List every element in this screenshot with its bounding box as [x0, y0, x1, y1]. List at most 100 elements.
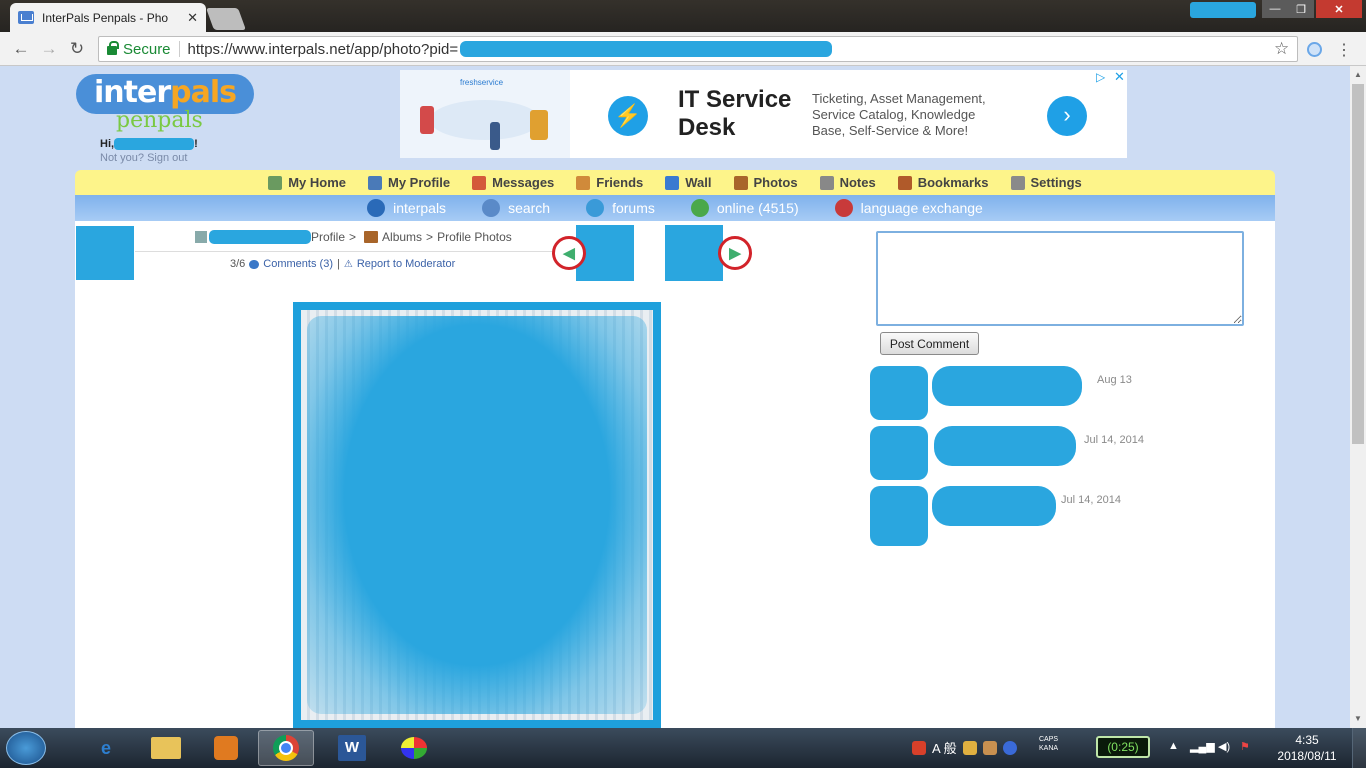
- nav-messages[interactable]: Messages: [472, 175, 554, 190]
- breadcrumb-profile[interactable]: Profile: [311, 230, 345, 244]
- online-user-icon: [690, 199, 709, 217]
- media-player-icon[interactable]: [198, 730, 254, 766]
- nav-settings[interactable]: Settings: [1010, 175, 1082, 190]
- start-button-icon[interactable]: [6, 731, 46, 765]
- user-icon: [195, 231, 207, 243]
- ime-indicator[interactable]: A 般: [932, 738, 957, 757]
- close-window-icon[interactable]: ✕: [1316, 0, 1362, 18]
- tab-close-icon[interactable]: ✕: [187, 10, 198, 26]
- file-explorer-icon[interactable]: [138, 730, 194, 766]
- battery-timer[interactable]: (0:25): [1096, 736, 1150, 758]
- show-desktop-button[interactable]: [1352, 728, 1366, 768]
- username-redaction: [114, 138, 195, 151]
- ad-close-icon[interactable]: ✕: [1114, 69, 1125, 85]
- lightning-icon: ⚡: [608, 96, 648, 136]
- home-icon: [268, 175, 283, 190]
- nav-language-exchange[interactable]: language exchange: [834, 199, 983, 217]
- secondary-nav: interpals search forums online (4515) langua…: [75, 195, 1275, 221]
- tray-app-icon[interactable]: [912, 740, 926, 755]
- word-icon[interactable]: W: [324, 730, 380, 766]
- primary-nav: My Home My Profile Messages Friends Wall Phot…: [75, 170, 1275, 195]
- nav-my-profile[interactable]: My Profile: [368, 175, 450, 190]
- nav-wall[interactable]: Wall: [665, 175, 712, 190]
- help-icon[interactable]: [1002, 740, 1017, 755]
- internet-explorer-icon[interactable]: e: [78, 730, 134, 766]
- tray-app-icon[interactable]: [962, 740, 977, 755]
- commenter-redaction[interactable]: [932, 486, 1056, 526]
- adchoices-icon[interactable]: ▷: [1096, 70, 1105, 84]
- nav-interpals[interactable]: interpals: [367, 199, 446, 217]
- ad-banner[interactable]: freshservice ⚡ IT Service Desk Ticketing…: [400, 69, 1127, 158]
- browser-tab[interactable]: InterPals Penpals - Pho ✕: [10, 3, 206, 32]
- volume-icon[interactable]: ◀): [1218, 740, 1230, 753]
- page-scrollbar[interactable]: ▲ ▼: [1350, 66, 1366, 728]
- breadcrumb-albums[interactable]: Albums: [382, 230, 422, 244]
- notes-icon: [819, 175, 834, 190]
- scroll-up-icon[interactable]: ▲: [1354, 70, 1362, 79]
- photo-content: Profile > Albums > Profile Photos 3/6 Co…: [75, 221, 1275, 728]
- browser-toolbar: ← → ↻ Secure https://www.interpals.net/a…: [0, 32, 1366, 66]
- warning-icon: ⚠: [343, 258, 353, 270]
- comment-input[interactable]: [876, 231, 1244, 326]
- wall-icon: [665, 175, 680, 190]
- extension-icon[interactable]: [1307, 42, 1322, 57]
- maximize-icon[interactable]: ❐: [1288, 0, 1314, 18]
- network-icon[interactable]: ▂▄▆: [1190, 740, 1215, 753]
- new-tab-button[interactable]: [205, 8, 247, 30]
- report-link[interactable]: Report to Moderator: [357, 258, 455, 270]
- forward-icon[interactable]: →: [38, 38, 60, 60]
- next-arrow-icon[interactable]: ▶: [718, 236, 752, 270]
- ad-title: IT Service Desk: [678, 86, 792, 141]
- nav-friends[interactable]: Friends: [576, 175, 643, 190]
- nav-bookmarks[interactable]: Bookmarks: [897, 175, 989, 190]
- next-photo-thumb[interactable]: [665, 225, 723, 281]
- ad-illustration: freshservice: [400, 70, 570, 158]
- ad-chevron-right-icon[interactable]: ›: [1047, 96, 1087, 136]
- interpals-logo[interactable]: interpals penpals: [76, 74, 256, 136]
- avatar[interactable]: [870, 366, 928, 420]
- bookmark-star-icon[interactable]: ☆: [1274, 39, 1289, 59]
- scroll-down-icon[interactable]: ▼: [1354, 714, 1362, 723]
- breadcrumb-current[interactable]: Profile Photos: [437, 230, 512, 244]
- nav-search[interactable]: search: [482, 199, 550, 217]
- reload-icon[interactable]: ↻: [66, 38, 88, 60]
- nav-forums[interactable]: forums: [586, 199, 655, 217]
- nav-notes[interactable]: Notes: [819, 175, 876, 190]
- scroll-thumb[interactable]: [1352, 84, 1364, 444]
- tab-title: InterPals Penpals - Pho: [42, 10, 169, 25]
- action-center-icon[interactable]: ⚑: [1240, 740, 1250, 753]
- avatar[interactable]: [870, 426, 928, 480]
- nav-online-4515[interactable]: online (4515): [690, 199, 799, 217]
- post-comment-button[interactable]: Post Comment: [880, 332, 979, 355]
- album-icon: [364, 231, 379, 243]
- chrome-icon[interactable]: [258, 730, 314, 766]
- nav-photos[interactable]: Photos: [733, 175, 798, 190]
- photos-icon: [733, 175, 748, 190]
- prev-arrow-icon[interactable]: ◀: [552, 236, 586, 270]
- show-hidden-icons[interactable]: ▲: [1168, 740, 1179, 752]
- bookmarks-icon: [897, 175, 912, 190]
- signout-link[interactable]: Not you? Sign out: [100, 152, 187, 164]
- minimize-icon[interactable]: —: [1262, 0, 1288, 18]
- paint-icon[interactable]: [386, 730, 442, 766]
- url-redaction: [460, 41, 833, 57]
- browser-menu-icon[interactable]: ⋮: [1336, 40, 1352, 60]
- address-bar[interactable]: Secure https://www.interpals.net/app/pho…: [98, 36, 1298, 62]
- clock[interactable]: 4:35 2018/08/11: [1270, 732, 1344, 764]
- comments-link[interactable]: Comments (3): [263, 258, 333, 270]
- back-icon[interactable]: ←: [10, 38, 32, 60]
- nav-my-home[interactable]: My Home: [268, 175, 346, 190]
- username-redaction: [209, 230, 311, 244]
- photo-redaction: [307, 316, 647, 714]
- flags-icon: [834, 199, 853, 217]
- user-avatar-thumb[interactable]: [76, 226, 134, 280]
- commenter-redaction[interactable]: [932, 366, 1082, 406]
- tray-app-icon[interactable]: [982, 740, 997, 755]
- main-photo[interactable]: [293, 302, 661, 728]
- profile-chip[interactable]: [1190, 2, 1256, 18]
- comment-item: Jul 14, 2014: [870, 426, 1170, 482]
- avatar[interactable]: [870, 486, 928, 546]
- greeting: Hi,!: [100, 138, 198, 151]
- caps-kana-indicator: CAPS KANA: [1039, 736, 1059, 752]
- commenter-redaction[interactable]: [934, 426, 1076, 466]
